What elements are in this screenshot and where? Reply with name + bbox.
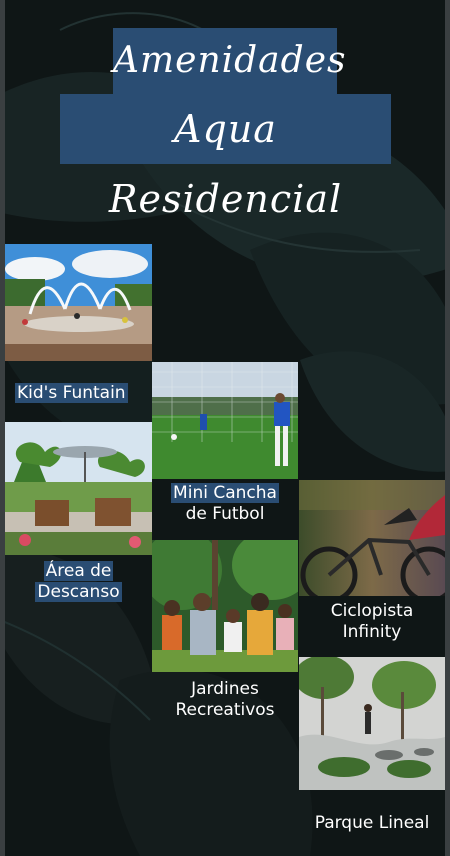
family-garden-photo — [152, 540, 298, 672]
amenity-label-kids-fountain: Kid's Funtain — [15, 383, 128, 403]
mini-soccer-photo — [152, 362, 298, 479]
page-title-line2: Aqua Residencial — [60, 94, 391, 221]
page-title-line1: Amenidades — [113, 28, 345, 94]
rest-area-photo — [5, 422, 152, 555]
amenity-label-mini-soccer: Mini Cancha de Futbol — [171, 483, 279, 524]
linear-park-photo — [299, 657, 445, 790]
bike-path-photo — [299, 480, 445, 596]
kids-fountain-photo — [5, 244, 152, 361]
amenity-label-rest-area: Área de Descanso — [35, 561, 122, 602]
amenity-label-bike-path: Ciclopista Infinity — [330, 601, 414, 642]
frame-edge-right — [445, 0, 450, 856]
amenity-label-gardens: Jardines Recreativos — [175, 679, 275, 720]
amenity-label-linear-park: Parque Lineal — [314, 813, 430, 833]
